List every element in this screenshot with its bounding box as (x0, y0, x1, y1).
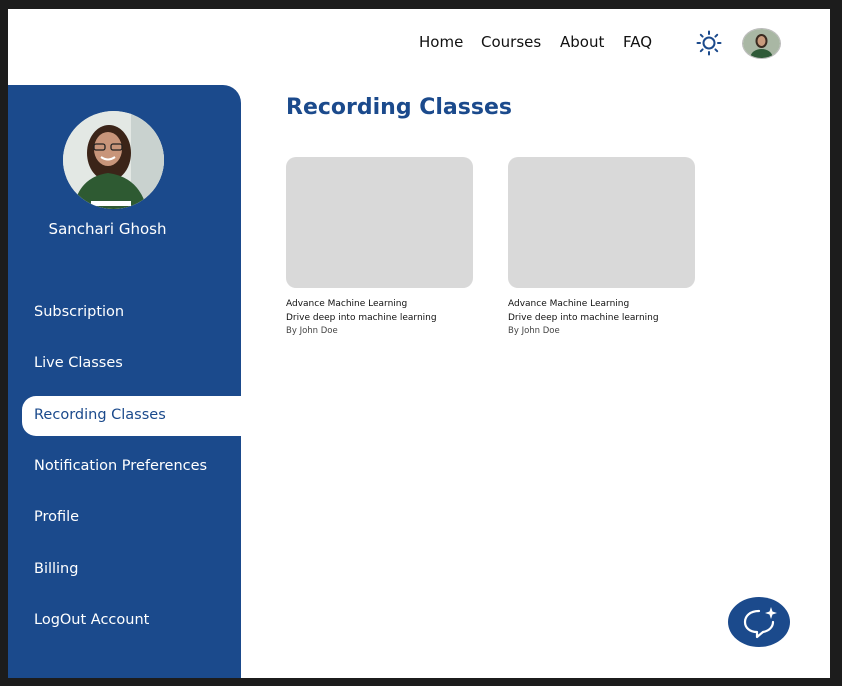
sidebar-item-notification-preferences[interactable]: Notification Preferences (34, 458, 207, 474)
sidebar: Sanchari Ghosh Subscription Live Classes… (8, 85, 241, 678)
course-subtitle: Drive deep into machine learning (508, 313, 659, 323)
sidebar-item-profile[interactable]: Profile (34, 509, 79, 525)
sidebar-item-billing[interactable]: Billing (34, 561, 78, 577)
nav-home-link[interactable]: Home (419, 33, 463, 51)
user-avatar[interactable] (742, 28, 781, 59)
sidebar-item-logout[interactable]: LogOut Account (34, 612, 149, 628)
course-card[interactable]: Advance Machine Learning Drive deep into… (508, 157, 698, 338)
nav-about-link[interactable]: About (560, 33, 604, 51)
sidebar-item-subscription[interactable]: Subscription (34, 304, 124, 320)
top-navigation: Home Courses About FAQ (8, 9, 830, 79)
course-title: Advance Machine Learning (508, 299, 630, 309)
sidebar-item-recording-classes[interactable]: Recording Classes (34, 407, 166, 423)
course-author: By John Doe (286, 326, 338, 336)
app-window: Home Courses About FAQ Sanchari Ghosh Su… (8, 9, 830, 678)
profile-name: Sanchari Ghosh (48, 220, 167, 238)
course-thumbnail[interactable] (508, 157, 695, 288)
course-author: By John Doe (508, 326, 560, 336)
course-card[interactable]: Advance Machine Learning Drive deep into… (286, 157, 476, 338)
sidebar-item-live-classes[interactable]: Live Classes (34, 355, 123, 371)
course-subtitle: Drive deep into machine learning (286, 313, 437, 323)
sun-icon[interactable] (696, 30, 722, 56)
profile-image (63, 111, 164, 209)
nav-courses-link[interactable]: Courses (481, 33, 541, 51)
chat-sparkle-icon (743, 607, 777, 639)
course-title: Advance Machine Learning (286, 299, 408, 309)
profile-photo (63, 111, 164, 209)
nav-faq-link[interactable]: FAQ (623, 33, 652, 51)
chat-button[interactable] (728, 597, 790, 647)
page-title: Recording Classes (286, 95, 512, 120)
course-thumbnail[interactable] (286, 157, 473, 288)
avatar-image (743, 29, 780, 58)
